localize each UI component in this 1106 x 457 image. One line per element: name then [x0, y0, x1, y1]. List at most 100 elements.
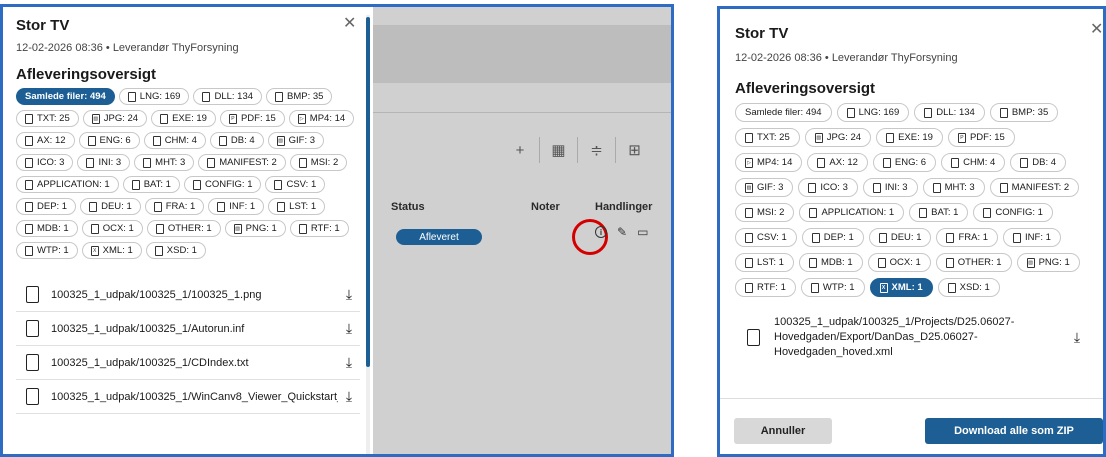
filter-chip[interactable]: CSV: 1	[735, 228, 797, 247]
filter-chip[interactable]: DB: 4	[1010, 153, 1067, 172]
filter-chip-label: DEU: 1	[101, 201, 132, 212]
download-zip-button[interactable]: Download alle som ZIP	[925, 418, 1103, 444]
filter-chip[interactable]: MDB: 1	[798, 253, 863, 272]
filter-chip[interactable]: DEU: 1	[80, 198, 141, 215]
filter-chip[interactable]: P PDF: 15	[947, 128, 1015, 147]
filter-chip[interactable]: OTHER: 1	[935, 253, 1012, 272]
columns-settings-icon[interactable]: ⊞	[615, 137, 653, 163]
filter-chip[interactable]: MANIFEST: 2	[989, 178, 1080, 197]
filter-chip[interactable]: ICO: 3	[16, 154, 74, 171]
filter-chip[interactable]: BAT: 1	[122, 176, 180, 193]
filter-chip[interactable]: MANIFEST: 2	[198, 154, 286, 171]
filter-chip[interactable]: Samlede filer: 494	[16, 88, 115, 105]
filter-chip[interactable]: OCX: 1	[81, 220, 143, 237]
add-icon[interactable]: +	[501, 137, 539, 163]
filter-chip[interactable]: EXE: 19	[151, 110, 216, 127]
filter-chip[interactable]: BMP: 35	[989, 103, 1059, 122]
filter-chip[interactable]: INI: 3	[77, 154, 131, 171]
filter-chip[interactable]: WTP: 1	[800, 278, 865, 297]
filter-chip[interactable]: ENG: 6	[872, 153, 937, 172]
filter-chip[interactable]: P PDF: 15	[219, 110, 285, 127]
filter-chip[interactable]: ▷ MP4: 14	[288, 110, 355, 127]
download-icon[interactable]: ⤓	[1066, 330, 1088, 345]
scroll-thumb[interactable]	[366, 17, 370, 367]
filter-chip[interactable]: DLL: 134	[193, 88, 263, 105]
filter-chip[interactable]: CHM: 4	[941, 153, 1006, 172]
filter-chip[interactable]: ▨ GIF: 3	[735, 178, 794, 197]
scrollbar[interactable]	[366, 15, 370, 454]
filter-chip[interactable]: ▨ GIF: 3	[267, 132, 325, 149]
filter-chip[interactable]: AX: 12	[16, 132, 75, 149]
filter-chip[interactable]: APPLICATION: 1	[799, 203, 905, 222]
file-icon	[154, 245, 163, 256]
video-icon[interactable]: ▭	[637, 225, 648, 239]
filter-chip[interactable]: BAT: 1	[909, 203, 969, 222]
filter-chip[interactable]: INF: 1	[208, 198, 265, 215]
file-icon	[127, 91, 136, 102]
filter-chip[interactable]: MSI: 2	[289, 154, 348, 171]
filter-chip[interactable]: DEP: 1	[16, 198, 77, 215]
filter-chip[interactable]: EXE: 19	[876, 128, 943, 147]
filter-chip-label: BMP: 35	[1011, 107, 1049, 118]
filter-chip-label: DLL: 134	[936, 107, 975, 118]
filter-chip[interactable]: MSI: 2	[735, 203, 795, 222]
filter-chip[interactable]: XSD: 1	[937, 278, 1000, 297]
file-icon	[745, 207, 753, 218]
filter-chip[interactable]: AX: 12	[807, 153, 868, 172]
filter-chip[interactable]: CHM: 4	[143, 132, 206, 149]
filter-chip[interactable]: ▨ JPG: 24	[82, 110, 148, 127]
filter-chip[interactable]: CSV: 1	[265, 176, 326, 193]
file-icon	[745, 232, 753, 243]
download-icon[interactable]: ⤓	[338, 354, 360, 371]
filter-chip[interactable]: MHT: 3	[922, 178, 985, 197]
info-icon[interactable]: i	[595, 226, 607, 238]
filter-chip[interactable]: DLL: 134	[914, 103, 985, 122]
filter-chip[interactable]: FRA: 1	[144, 198, 205, 215]
file-icon	[90, 223, 99, 234]
filter-chip[interactable]: LNG: 169	[836, 103, 910, 122]
filter-chip[interactable]: BMP: 35	[266, 88, 333, 105]
filter-chip[interactable]: APPLICATION: 1	[16, 176, 119, 193]
filter-chip[interactable]: RTF: 1	[735, 278, 796, 297]
filter-chip[interactable]: Samlede filer: 494	[735, 103, 832, 122]
density-icon[interactable]: ≑	[577, 137, 615, 163]
filter-chip[interactable]: OCX: 1	[867, 253, 931, 272]
filter-chip[interactable]: RTF: 1	[289, 220, 349, 237]
cancel-button[interactable]: Annuller	[734, 418, 832, 444]
filter-chip[interactable]: DEP: 1	[801, 228, 864, 247]
download-icon[interactable]: ⤓	[338, 388, 360, 405]
filter-chip[interactable]: MHT: 3	[134, 154, 195, 171]
filter-chip[interactable]: TXT: 25	[16, 110, 79, 127]
filter-chip[interactable]: XSD: 1	[145, 242, 206, 259]
filter-chip-label: RTF: 1	[757, 282, 786, 293]
filter-chip[interactable]: MDB: 1	[16, 220, 78, 237]
filter-chip[interactable]: X XML: 1	[81, 242, 142, 259]
delivery-overview-modal: ✕ Stor TV 12-02-2026 08:36 • Leverandør …	[3, 7, 373, 454]
filter-chip[interactable]: TXT: 25	[735, 128, 800, 147]
filter-chip[interactable]: OTHER: 1	[146, 220, 221, 237]
filter-chip[interactable]: DEU: 1	[868, 228, 932, 247]
close-icon[interactable]: ✕	[1090, 19, 1103, 39]
filter-chip[interactable]: LST: 1	[735, 253, 794, 272]
close-icon[interactable]: ✕	[343, 13, 356, 33]
filter-chip[interactable]: DB: 4	[209, 132, 264, 149]
filter-chip[interactable]: LST: 1	[268, 198, 326, 215]
filter-chip[interactable]: ▨ PNG: 1	[224, 220, 286, 237]
edit-icon[interactable]: ✎	[617, 225, 627, 239]
filter-chip[interactable]: FRA: 1	[936, 228, 999, 247]
excel-icon[interactable]: ▦	[539, 137, 577, 163]
filter-chip[interactable]: ICO: 3	[798, 178, 858, 197]
filter-chip[interactable]: WTP: 1	[16, 242, 78, 259]
filter-chip[interactable]: INI: 3	[862, 178, 918, 197]
filter-chip[interactable]: X XML: 1	[869, 278, 933, 297]
filter-chip[interactable]: ENG: 6	[78, 132, 140, 149]
filter-chip[interactable]: ▷ MP4: 14	[735, 153, 803, 172]
filter-chip[interactable]: ▨ PNG: 1	[1016, 253, 1080, 272]
filter-chip[interactable]: INF: 1	[1003, 228, 1061, 247]
download-icon[interactable]: ⤓	[338, 286, 360, 303]
filter-chip[interactable]: ▨ JPG: 24	[804, 128, 872, 147]
download-icon[interactable]: ⤓	[338, 320, 360, 337]
filter-chip[interactable]: CONFIG: 1	[973, 203, 1053, 222]
filter-chip[interactable]: CONFIG: 1	[183, 176, 262, 193]
filter-chip[interactable]: LNG: 169	[118, 88, 190, 105]
